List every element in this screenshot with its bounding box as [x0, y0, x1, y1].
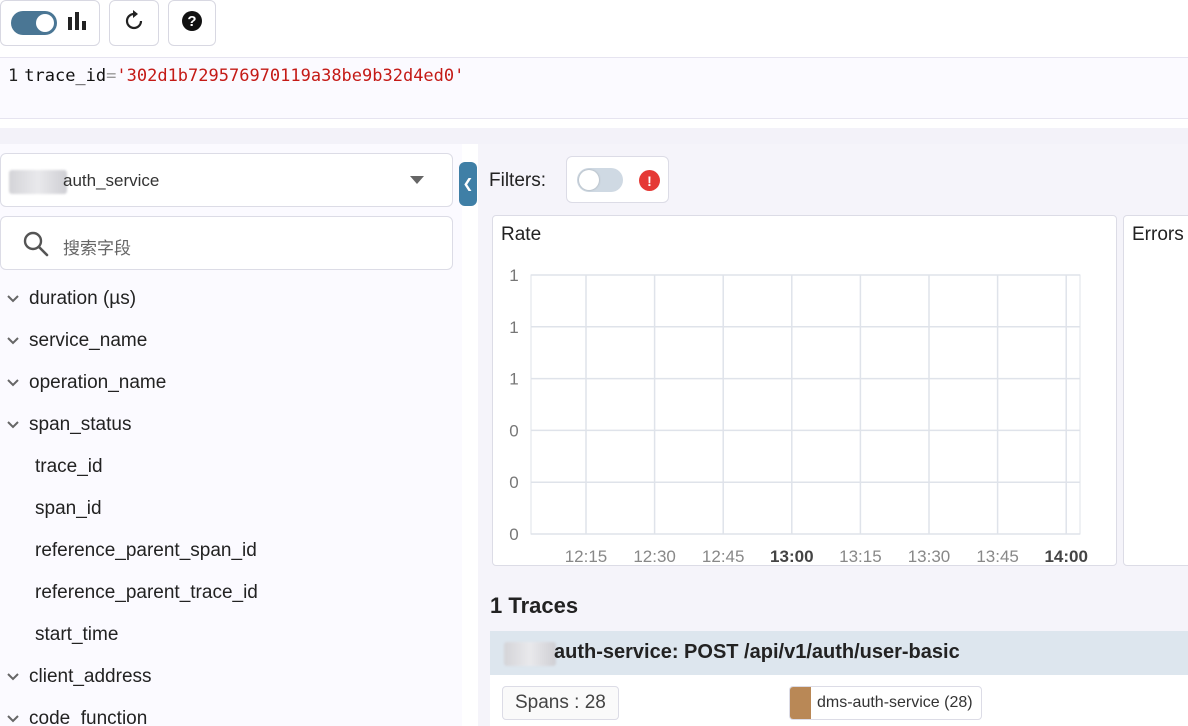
x-tick-label: 14:00: [1044, 547, 1087, 566]
field-label: trace_id: [35, 456, 103, 477]
chevron-down-icon: [410, 176, 424, 184]
field-item[interactable]: service_name: [0, 320, 462, 362]
field-label: reference_parent_trace_id: [35, 582, 258, 603]
rate-chart: Rate 1 1 1 0 0 0 12:15 12:30 12:45 13:00 13:15 13:3…: [492, 215, 1117, 566]
field-item[interactable]: span_id: [0, 488, 462, 530]
chevron-down-icon[interactable]: [0, 291, 29, 307]
field-list: duration (µs) service_name operation_names…: [0, 278, 462, 726]
panel-divider: [0, 128, 1188, 144]
field-label: service_name: [29, 330, 148, 351]
x-tick-label: 13:00: [770, 547, 813, 566]
field-item[interactable]: span_status: [0, 404, 462, 446]
service-select[interactable]: auth_service: [0, 153, 453, 207]
trace-title: auth-service: POST /api/v1/auth/user-bas…: [554, 641, 960, 663]
svg-text:?: ?: [187, 13, 196, 30]
field-label: span_status: [29, 414, 132, 435]
field-item[interactable]: operation_name: [0, 362, 462, 404]
chevron-down-icon[interactable]: [0, 417, 29, 433]
field-sidebar: auth_service 搜索字段 duration (µs) service_n…: [0, 144, 462, 726]
query-value: '302d1b729576970119a38be9b32d4ed0': [116, 66, 465, 86]
refresh-button[interactable]: [109, 0, 159, 46]
collapse-sidebar-button[interactable]: ❮: [459, 162, 477, 206]
x-tick-label: 12:15: [565, 547, 608, 566]
redacted-prefix: [504, 642, 556, 666]
chart-toggle-group: [0, 0, 100, 46]
y-tick-label: 0: [509, 421, 518, 440]
field-label: duration (µs): [29, 288, 137, 309]
y-tick-label: 1: [509, 318, 518, 337]
field-item[interactable]: reference_parent_span_id: [0, 530, 462, 572]
field-label: span_id: [35, 498, 102, 519]
chevron-left-icon: ❮: [462, 176, 474, 191]
field-label: code_function: [29, 708, 148, 726]
field-label: start_time: [35, 624, 119, 645]
service-badge-label: dms-auth-service (28): [817, 694, 973, 711]
trace-row-body: Spans : 28 dms-auth-service (28): [490, 675, 1188, 726]
help-icon: ?: [181, 10, 203, 37]
x-tick-label: 13:30: [908, 547, 951, 566]
errors-chart: Errors: [1123, 215, 1188, 566]
x-tick-label: 13:15: [839, 547, 882, 566]
field-label: reference_parent_span_id: [35, 540, 257, 561]
y-tick-label: 1: [509, 370, 518, 389]
field-search[interactable]: 搜索字段: [0, 216, 453, 270]
results-panel: Filters: ! Rate 1 1 1 0 0 0 12:15 12:30 12:45 13:…: [478, 144, 1188, 726]
line-number: 1: [8, 66, 19, 86]
field-item[interactable]: trace_id: [0, 446, 462, 488]
filters-label: Filters:: [489, 170, 546, 191]
field-item[interactable]: client_address: [0, 656, 462, 698]
y-tick-label: 0: [509, 473, 518, 492]
toggle-knob: [579, 170, 599, 190]
field-label: operation_name: [29, 372, 167, 393]
trace-row-header[interactable]: auth-service: POST /api/v1/auth/user-bas…: [490, 631, 1188, 675]
filters-control: !: [566, 156, 669, 203]
y-tick-label: 0: [509, 525, 518, 544]
search-icon: [23, 231, 49, 262]
field-item[interactable]: start_time: [0, 614, 462, 656]
chevron-down-icon[interactable]: [0, 375, 29, 391]
y-tick-label: 1: [509, 266, 518, 285]
bar-chart-icon[interactable]: [67, 11, 89, 36]
error-alert-icon[interactable]: !: [639, 170, 660, 191]
search-input[interactable]: 搜索字段: [63, 234, 131, 259]
chevron-down-icon[interactable]: [0, 711, 29, 726]
x-tick-label: 13:45: [976, 547, 1019, 566]
refresh-icon: [123, 9, 145, 37]
query-field: trace_id: [24, 66, 107, 86]
toggle-knob: [36, 14, 54, 32]
filters-toggle[interactable]: [577, 168, 623, 192]
errors-chart-title: Errors: [1132, 224, 1184, 245]
chevron-down-icon[interactable]: [0, 669, 29, 685]
rate-chart-plot: 1 1 1 0 0 0 12:15 12:30 12:45 13:00 13:15 13:30 13:4…: [509, 266, 1088, 566]
query-operator: =: [106, 66, 117, 86]
traces-count-title: 1 Traces: [490, 593, 579, 618]
x-tick-label: 12:45: [702, 547, 745, 566]
service-color-swatch: [790, 687, 811, 719]
chevron-down-icon[interactable]: [0, 333, 29, 349]
query-line: 1 trace_id='302d1b729576970119a38be9b32d4…: [8, 66, 464, 86]
query-editor[interactable]: 1 trace_id='302d1b729576970119a38be9b32d4…: [0, 57, 1188, 119]
field-item[interactable]: code_function: [0, 698, 462, 726]
x-tick-label: 12:30: [633, 547, 676, 566]
spans-count-badge: Spans : 28: [502, 686, 619, 720]
histogram-toggle[interactable]: [11, 11, 57, 35]
help-button[interactable]: ?: [168, 0, 216, 46]
redacted-prefix: [9, 170, 67, 194]
service-badge: dms-auth-service (28): [789, 686, 982, 720]
field-item[interactable]: duration (µs): [0, 278, 462, 320]
field-item[interactable]: reference_parent_trace_id: [0, 572, 462, 614]
field-label: client_address: [29, 666, 152, 687]
service-select-value: auth_service: [63, 171, 160, 190]
